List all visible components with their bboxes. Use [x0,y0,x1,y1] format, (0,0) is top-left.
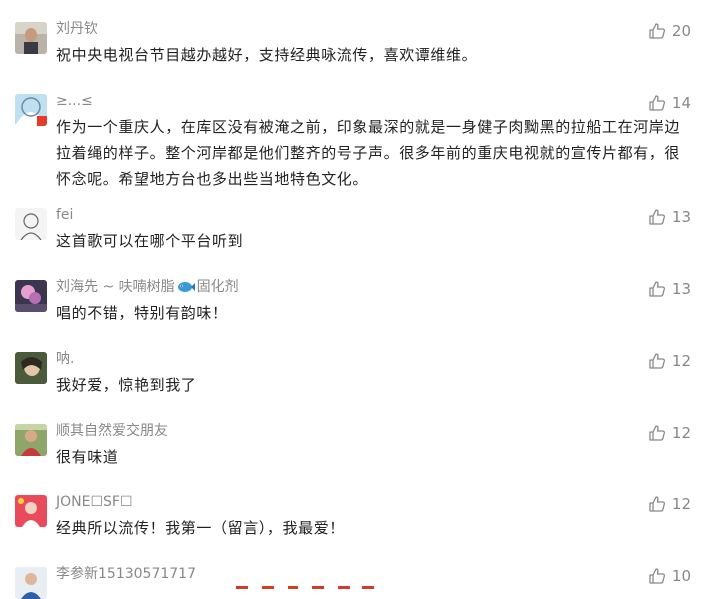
like-button[interactable]: 14 [648,92,691,114]
like-count: 20 [671,22,691,40]
thumbs-up-icon [648,94,666,112]
avatar[interactable] [15,567,47,599]
like-button[interactable]: 12 [648,350,691,372]
like-button[interactable]: 13 [648,278,691,300]
comment-text: 唱的不错，特别有韵味！ [56,304,228,322]
avatar[interactable] [15,22,47,54]
avatar[interactable] [15,94,47,126]
like-count: 13 [671,208,691,226]
like-count: 12 [671,352,691,370]
like-count: 13 [671,280,691,298]
comment-nickname[interactable]: 呐. [56,350,74,368]
avatar[interactable] [15,424,47,456]
comment-nickname[interactable]: 李参新15130571717 [56,565,196,583]
fish-emoji-icon [177,280,195,299]
like-count: 12 [671,495,691,513]
like-button[interactable]: 10 [648,565,691,587]
like-count: 14 [671,94,691,112]
comment-nickname[interactable]: JONE☐SF☐ [56,493,133,511]
thumbs-up-icon [648,280,666,298]
like-button[interactable]: 13 [648,206,691,228]
comment-text: 经典所以流传！我第一（留言），我最爱！ [56,519,345,537]
avatar[interactable] [15,352,47,384]
comment-nickname[interactable]: 刘海先 ~ 呋喃树脂 固化剂 [56,278,239,299]
comment-text: 作为一个重庆人，在库区没有被淹之前，印象最深的就是一身健子肉黝黑的拉船工在河岸边… [56,118,681,188]
thumbs-up-icon [648,352,666,370]
comment-text: 我好爱，惊艳到我了 [56,376,197,394]
like-button[interactable]: 12 [648,422,691,444]
thumbs-up-icon [648,567,666,585]
comment-text: 很有味道 [56,448,119,466]
like-count: 10 [671,567,691,585]
thumbs-up-icon [648,495,666,513]
comment-nickname[interactable]: 刘丹钦 [56,20,98,38]
like-button[interactable]: 12 [648,493,691,515]
like-count: 12 [671,424,691,442]
avatar[interactable] [15,208,47,240]
like-button[interactable]: 20 [648,20,691,42]
thumbs-up-icon [648,424,666,442]
comment-nickname[interactable]: fei [56,206,73,224]
nickname-part: 刘海先 ~ 呋喃树脂 [56,279,175,295]
comment-nickname[interactable]: 顺其自然爱交朋友 [56,422,168,440]
comment-nickname[interactable]: ≥...≤ [56,92,93,110]
thumbs-up-icon [648,208,666,226]
avatar[interactable] [15,495,47,527]
comment-text: 这首歌可以在哪个平台听到 [56,232,244,250]
cutoff-text-fragment [236,586,374,589]
nickname-part: 固化剂 [196,279,239,295]
thumbs-up-icon [648,22,666,40]
comment-text: 祝中央电视台节目越办越好，支持经典咏流传，喜欢谭维维。 [56,46,478,64]
avatar[interactable] [15,280,47,312]
